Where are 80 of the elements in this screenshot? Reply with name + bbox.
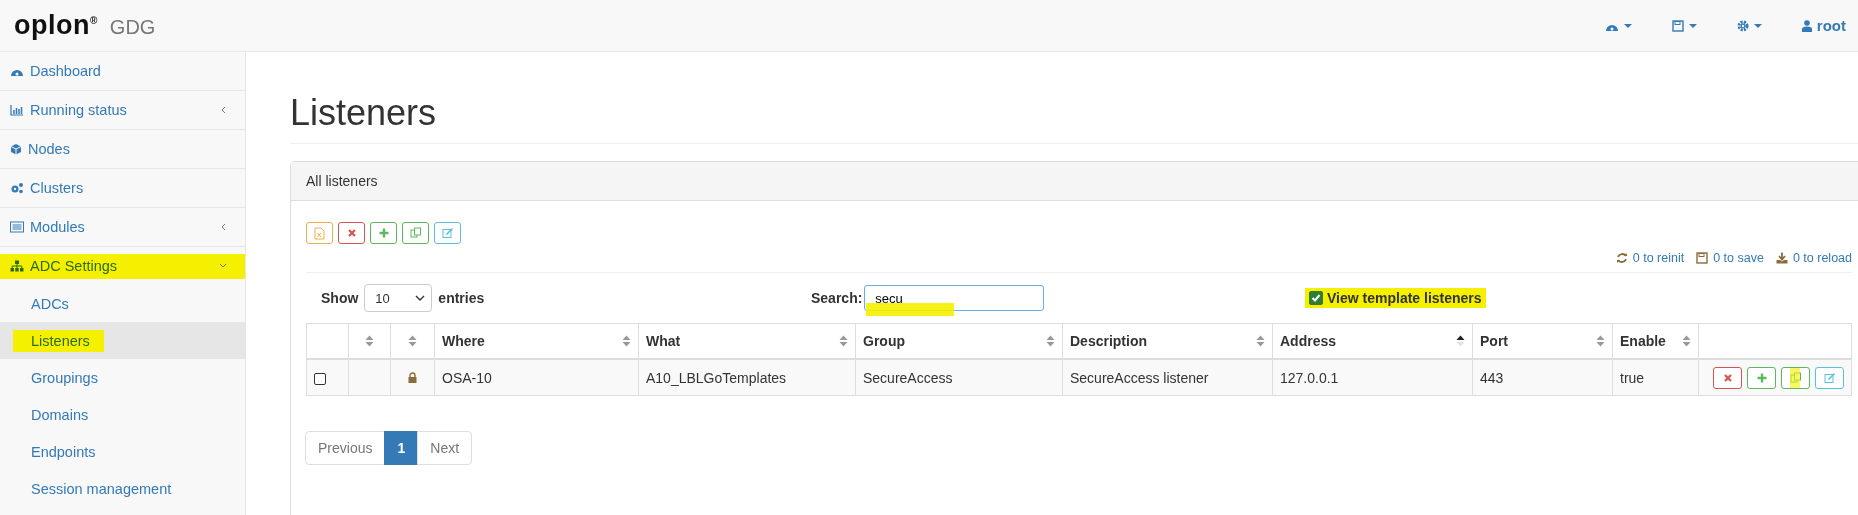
toolbar-button[interactable]	[306, 222, 333, 244]
list-icon	[10, 221, 24, 233]
page-size-select[interactable]: 10	[364, 284, 433, 312]
checkmark-icon	[1310, 292, 1322, 304]
sidebar-subitem[interactable]: Listeners	[0, 322, 245, 359]
sidebar-subitem[interactable]: Endpoints	[0, 433, 245, 470]
row-action-button[interactable]	[1815, 366, 1844, 389]
product-name: GDG	[109, 16, 156, 39]
row-action-button[interactable]	[1781, 366, 1810, 389]
cube-icon	[10, 143, 22, 155]
table-cell: A10_LBLGoTemplates	[638, 359, 856, 396]
table-cell: 443	[1472, 359, 1613, 396]
counter-link[interactable]: 0 to reinit	[1615, 251, 1685, 265]
user-menu[interactable]: root	[1801, 17, 1846, 34]
sitemap-icon	[10, 260, 24, 272]
toolbar-button[interactable]	[402, 222, 429, 244]
chevron-left-icon	[219, 106, 227, 114]
menu-dropdown[interactable]	[1671, 19, 1697, 32]
pagination-button[interactable]: Next	[417, 431, 473, 465]
pagination-button[interactable]: Previous	[305, 431, 386, 465]
table-cell: true	[1612, 359, 1699, 396]
chevron-down-icon	[219, 262, 227, 270]
row-action-button[interactable]	[1713, 366, 1742, 389]
plus-icon	[1756, 372, 1767, 383]
gears-icon	[10, 182, 24, 194]
sidebar-label: ADC Settings	[30, 258, 119, 274]
close-icon	[346, 228, 357, 238]
chevron-down-icon	[415, 295, 426, 301]
table-cell: SecureAccess listener	[1062, 359, 1273, 396]
sidebar-label: Nodes	[28, 141, 71, 157]
sidebar-item[interactable]: Clusters	[0, 169, 245, 208]
counter-link[interactable]: 0 to reload	[1775, 251, 1852, 265]
sidebar-item[interactable]: Dashboard	[0, 52, 245, 91]
copy-icon	[1789, 371, 1802, 384]
edit-icon	[1823, 371, 1836, 384]
refresh-icon	[1615, 252, 1628, 264]
sidebar-label: Groupings	[31, 369, 98, 386]
row-action-button[interactable]	[1747, 366, 1776, 389]
sidebar-subitem[interactable]: Domains	[0, 396, 245, 433]
logo-wordmark[interactable]: oplon$^{®}$	[14, 10, 98, 41]
page-title: Listeners	[290, 52, 1858, 144]
sidebar-subitem[interactable]: Session management	[0, 470, 245, 507]
highlight-mark	[1790, 367, 1800, 388]
sidebar-label: Clusters	[30, 180, 85, 196]
excel-file-icon	[314, 226, 325, 240]
sidebar-label: Endpoints	[31, 443, 96, 460]
sidebar-label: ADCs	[31, 295, 69, 312]
panel-title: All listeners	[306, 173, 378, 189]
toolbar-button[interactable]	[370, 222, 397, 244]
table-cell: 127.0.0.1	[1272, 359, 1473, 396]
toolbar-button[interactable]	[434, 222, 461, 244]
sidebar-label: Listeners	[13, 329, 104, 352]
sidebar-label: Session management	[31, 480, 172, 497]
bar-chart-icon	[10, 104, 24, 116]
toolbar-button[interactable]	[338, 222, 365, 244]
length-label: entries	[438, 290, 485, 306]
pagination-button[interactable]: 1	[384, 431, 419, 465]
chevron-left-icon	[219, 223, 227, 231]
sidebar-subitem[interactable]: ADCs	[0, 285, 245, 322]
sidebar-label: Dashboard	[30, 63, 102, 79]
table-cell: SecureAccess	[855, 359, 1063, 396]
copy-icon	[409, 227, 422, 239]
sidebar-item[interactable]: Nodes	[0, 130, 245, 169]
counter-link[interactable]: 0 to save	[1696, 251, 1764, 265]
sidebar-item[interactable]: Running status	[0, 91, 245, 130]
user-icon	[1801, 19, 1812, 32]
plus-icon	[378, 228, 389, 238]
edit-icon	[441, 227, 454, 239]
table-cell: OSA-10	[434, 359, 639, 396]
sidebar-subitem[interactable]: Groupings	[0, 359, 245, 396]
row-checkbox[interactable]	[314, 372, 326, 385]
length-label: Show	[321, 290, 359, 306]
search-label: Search:	[811, 290, 863, 306]
sidebar-label: Modules	[30, 219, 86, 235]
download-icon	[1775, 252, 1788, 264]
close-icon	[1722, 372, 1733, 383]
menu-dropdown[interactable]	[1736, 19, 1762, 32]
sidebar-label: Running status	[30, 102, 128, 118]
template-checkbox[interactable]: View template listeners	[1305, 288, 1486, 308]
sidebar-label: Domains	[31, 406, 89, 423]
